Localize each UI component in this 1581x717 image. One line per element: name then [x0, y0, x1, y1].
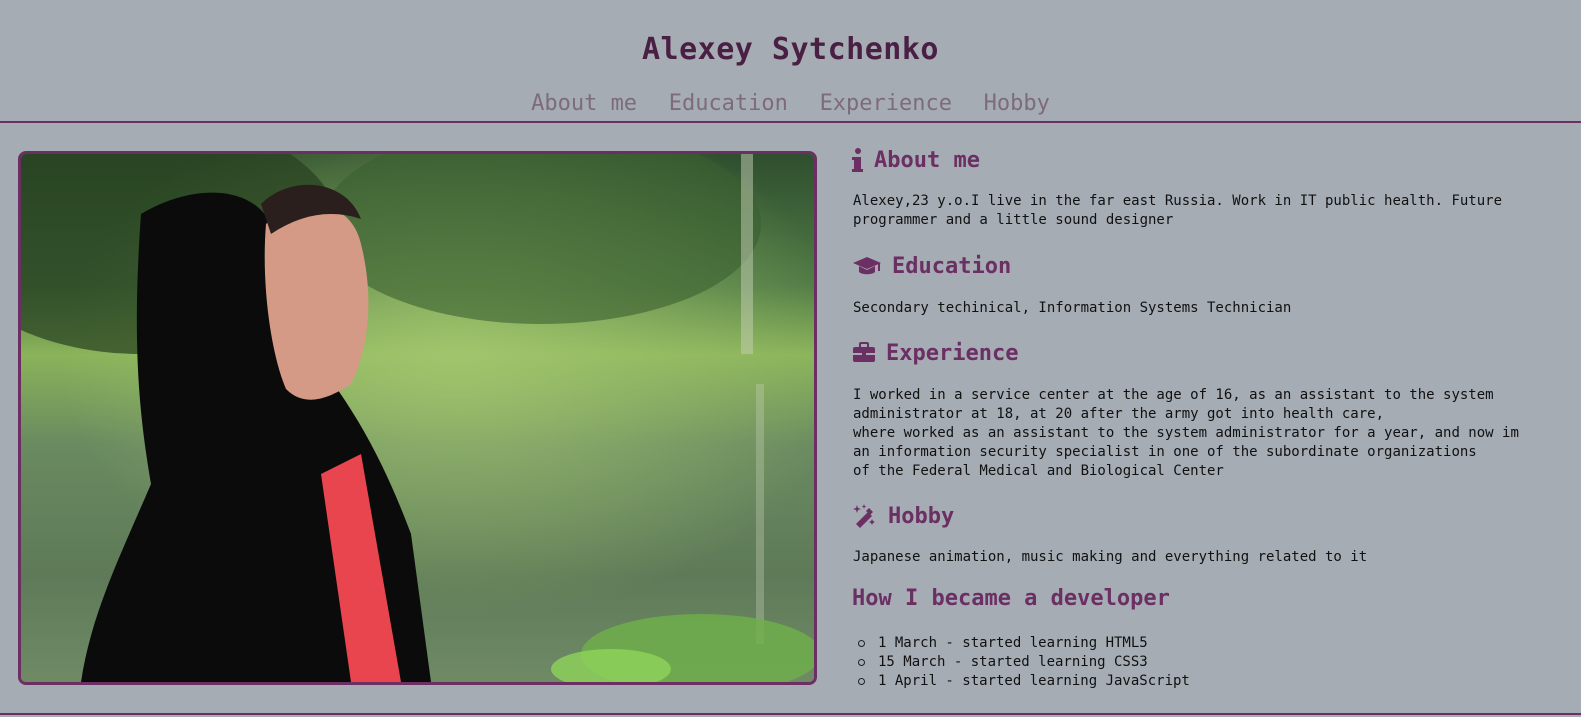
footer-divider	[0, 713, 1581, 715]
hobby-heading: Hobby	[852, 499, 954, 533]
about-text-line: Alexey,23 y.o.I live in the far east Rus…	[853, 193, 1503, 209]
experience-title: Experience	[886, 340, 1019, 366]
experience-text-line: where worked as an assistant to the syst…	[853, 425, 1519, 441]
developer-timeline: 1 March - started learning HTML5 15 Marc…	[852, 634, 1552, 691]
nav-hobby[interactable]: Hobby	[984, 91, 1050, 116]
education-heading: Education	[852, 249, 1011, 283]
profile-photo	[18, 151, 817, 685]
briefcase-icon	[852, 342, 876, 364]
experience-text-line: administrator at 18, at 20 after the arm…	[853, 406, 1385, 422]
page: Alexey Sytchenko About me Education Expe…	[0, 0, 1581, 717]
experience-text-line: I worked in a service center at the age …	[853, 387, 1494, 403]
list-item: 15 March - started learning CSS3	[852, 653, 1552, 672]
about-title: About me	[874, 147, 980, 173]
nav-education[interactable]: Education	[669, 91, 788, 116]
about-heading: About me	[852, 143, 980, 177]
nav-experience[interactable]: Experience	[820, 91, 952, 116]
about-text: Alexey,23 y.o.I live in the far east Rus…	[853, 192, 1563, 230]
site-title: Alexey Sytchenko	[642, 32, 939, 67]
site-header: Alexey Sytchenko About me Education Expe…	[0, 0, 1581, 123]
main-nav: About me Education Experience Hobby	[0, 91, 1581, 116]
hobby-text-line: Japanese animation, music making and eve…	[853, 549, 1368, 565]
education-text-line: Secondary techinical, Information System…	[853, 300, 1292, 316]
hobby-text: Japanese animation, music making and eve…	[853, 548, 1563, 567]
experience-text: I worked in a service center at the age …	[853, 386, 1563, 481]
experience-text-line: of the Federal Medical and Biological Ce…	[853, 463, 1224, 479]
experience-text-line: an information security specialist in on…	[853, 444, 1477, 460]
developer-heading: How I became a developer	[852, 586, 1170, 611]
education-title: Education	[892, 253, 1012, 279]
hobby-title: Hobby	[888, 503, 955, 529]
info-icon	[852, 147, 864, 173]
list-item: 1 March - started learning HTML5	[852, 634, 1552, 653]
list-item: 1 April - started learning JavaScript	[852, 672, 1552, 691]
about-text-line: programmer and a little sound designer	[853, 212, 1174, 228]
education-text: Secondary techinical, Information System…	[853, 299, 1563, 318]
experience-heading: Experience	[852, 336, 1018, 370]
magic-wand-icon	[852, 503, 878, 529]
graduation-cap-icon	[852, 255, 882, 277]
nav-about[interactable]: About me	[531, 91, 637, 116]
